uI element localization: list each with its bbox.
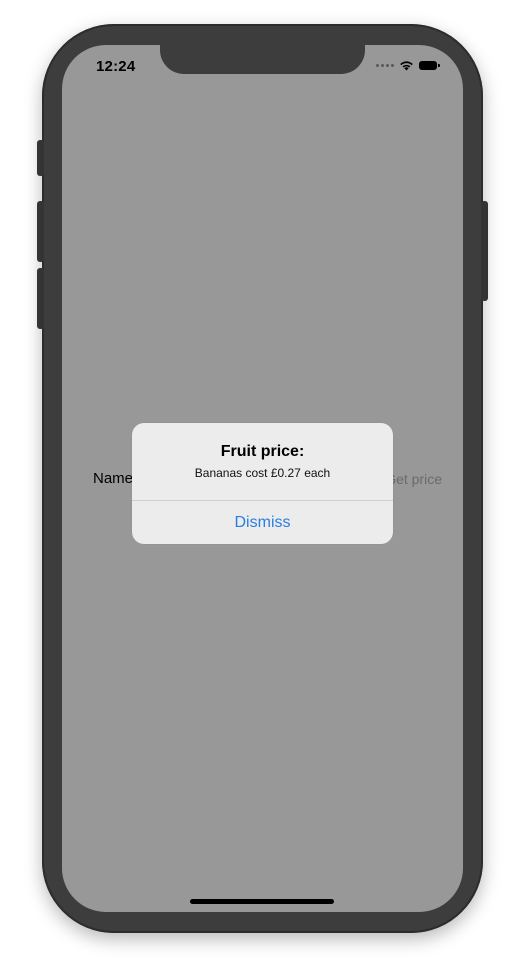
volume-down-button xyxy=(37,268,44,329)
volume-up-button xyxy=(37,201,44,262)
home-indicator[interactable] xyxy=(190,899,334,904)
notch xyxy=(160,45,365,74)
status-icons xyxy=(376,60,440,71)
status-time: 12:24 xyxy=(96,58,136,75)
wifi-icon xyxy=(400,61,413,71)
fruit-price-alert: Fruit price: Bananas cost £0.27 each Dis… xyxy=(132,423,393,544)
battery-icon xyxy=(419,61,440,70)
phone-screen: 12:24 Name Get price Fruit price: Banana… xyxy=(62,45,463,912)
alert-message: Bananas cost £0.27 each xyxy=(194,466,331,480)
dismiss-button[interactable]: Dismiss xyxy=(132,501,393,544)
alert-title: Fruit price: xyxy=(220,443,305,460)
cellular-signal-icon xyxy=(376,64,394,67)
side-power-button xyxy=(481,201,488,301)
name-label: Name xyxy=(93,470,134,487)
mute-switch xyxy=(37,140,44,176)
